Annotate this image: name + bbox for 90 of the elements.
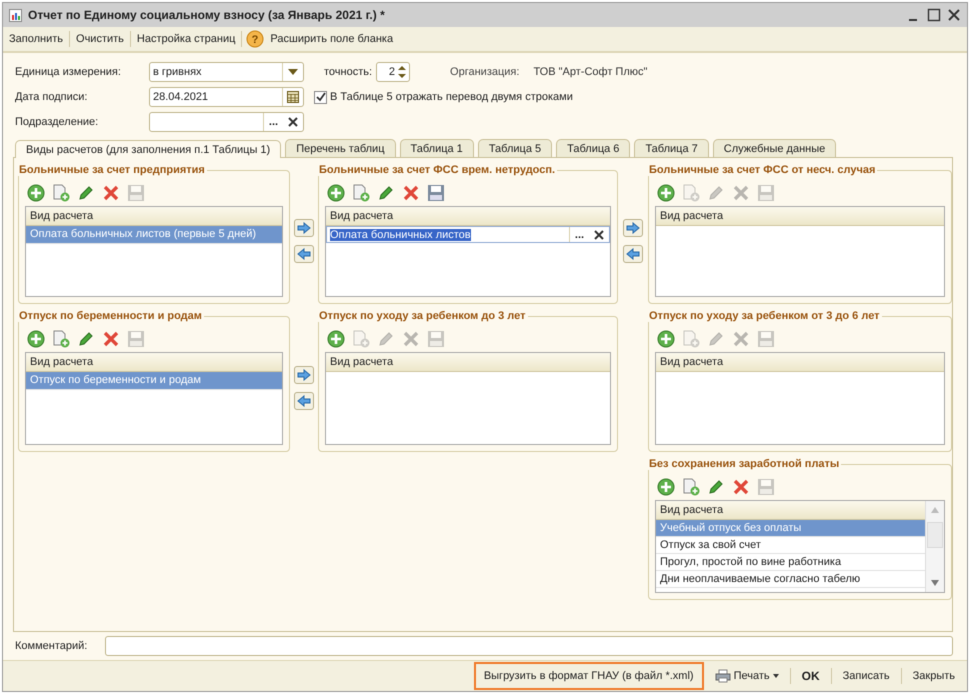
calendar-icon xyxy=(287,91,299,103)
toolbar-button[interactable]: Заполнить xyxy=(7,31,66,47)
group-title: Отпуск по беременности и родам xyxy=(18,310,203,322)
field-label: Подразделение: xyxy=(15,116,100,128)
precision-spinner[interactable]: 2 xyxy=(376,62,410,82)
pencil-icon[interactable] xyxy=(77,184,95,202)
spinner-arrows-icon xyxy=(397,64,408,80)
add-icon[interactable] xyxy=(327,184,345,202)
column-header: Вид расчета xyxy=(656,353,944,372)
date-field[interactable]: 28.04.2021 xyxy=(149,87,304,107)
toolbar-button[interactable]: Очистить xyxy=(74,31,126,47)
window-title: Отчет по Единому социальному взносу (за Январь 2021 г.) * xyxy=(28,8,386,22)
close-icon[interactable] xyxy=(947,8,961,22)
export-button[interactable]: Выгрузить в формат ГНАУ (в файл *.xml) xyxy=(474,662,704,690)
column-header: Вид расчета xyxy=(326,207,610,226)
tab[interactable]: Таблица 1 xyxy=(400,139,474,157)
two-lines-checkbox[interactable] xyxy=(314,90,327,104)
list-row[interactable]: Дни неоплачиваемые согласно табелю xyxy=(656,571,925,588)
move-right-button[interactable] xyxy=(623,219,643,237)
comment-field[interactable] xyxy=(105,636,953,656)
row-editor-field[interactable]: Оплата больничных листов ... xyxy=(326,226,610,243)
add-icon[interactable] xyxy=(657,330,675,348)
choice-button[interactable]: ... xyxy=(569,227,589,242)
move-left-button[interactable] xyxy=(294,245,314,263)
column-header: Вид расчета xyxy=(26,207,282,226)
group-title: Больничные за счет предприятия xyxy=(18,164,206,176)
move-right-button[interactable] xyxy=(294,219,314,237)
toolbar-button[interactable]: Настройка страниц xyxy=(134,31,238,47)
list-row[interactable]: Отпуск за свой счет xyxy=(656,537,925,554)
group-title: Больничные за счет ФСС врем. нетрудосп. xyxy=(318,164,556,176)
tab[interactable]: Перечень таблиц xyxy=(285,139,396,157)
checkbox-label: В Таблице 5 отражать перевод двумя строками xyxy=(330,91,573,103)
pencil-icon[interactable] xyxy=(77,330,95,348)
column-header: Вид расчета xyxy=(326,353,610,372)
add-icon[interactable] xyxy=(27,184,45,202)
move-right-button[interactable] xyxy=(294,366,314,384)
add-icon[interactable] xyxy=(327,330,345,348)
column-header: Вид расчета xyxy=(26,353,282,372)
document-plus-icon[interactable] xyxy=(52,330,70,348)
document-plus-icon[interactable] xyxy=(682,478,700,496)
delete-icon[interactable] xyxy=(732,478,750,496)
choice-button[interactable]: ... xyxy=(263,113,283,131)
tab[interactable]: Таблица 5 xyxy=(478,139,552,157)
group-title: Больничные за счет ФСС от несч. случая xyxy=(648,164,876,176)
group-title: Отпуск по уходу за ребенком от 3 до 6 лет xyxy=(648,310,881,322)
clear-icon[interactable] xyxy=(594,230,604,240)
field-label: Комментарий: xyxy=(15,640,88,652)
scrollbar-thumb[interactable] xyxy=(927,522,943,548)
toolbar-button[interactable]: Расширить поле бланка xyxy=(268,31,396,47)
organization-value: ТОВ "Арт-Софт Плюс" xyxy=(533,66,648,78)
scrollbar[interactable] xyxy=(925,501,944,592)
field-label: Единица измерения: xyxy=(15,66,122,78)
footer-button[interactable]: Закрыть xyxy=(906,665,961,687)
add-icon[interactable] xyxy=(657,478,675,496)
dropdown-caret-icon xyxy=(288,69,298,75)
column-header: Вид расчета xyxy=(656,501,925,520)
help-icon[interactable]: ? xyxy=(246,30,264,48)
document-plus-icon[interactable] xyxy=(52,184,70,202)
caret-icon xyxy=(772,674,779,678)
group-title: Без сохранения заработной платы xyxy=(648,458,840,470)
unit-select[interactable]: в гривнях xyxy=(149,62,304,82)
subdivision-field[interactable]: ... xyxy=(149,112,304,132)
field-label: Организация: xyxy=(450,66,520,78)
clear-icon[interactable] xyxy=(288,117,298,127)
delete-icon[interactable] xyxy=(402,184,420,202)
ok-button[interactable]: OK xyxy=(796,664,826,688)
column-header: Вид расчета xyxy=(656,207,944,226)
footer-button[interactable]: Записать xyxy=(836,665,896,687)
move-left-button[interactable] xyxy=(294,392,314,410)
list-row[interactable]: Прогул, простой по вине работника xyxy=(656,554,925,571)
tab[interactable]: Виды расчетов (для заполнения п.1 Таблицы 1) xyxy=(15,140,282,158)
print-button[interactable]: Печать xyxy=(708,664,785,688)
delete-icon[interactable] xyxy=(102,184,120,202)
field-label: точность: xyxy=(324,66,372,78)
tab[interactable]: Служебные данные xyxy=(712,139,836,157)
tab[interactable]: Таблица 7 xyxy=(634,139,709,157)
move-left-button[interactable] xyxy=(623,245,643,263)
tab[interactable]: Таблица 6 xyxy=(556,139,630,157)
report-icon xyxy=(9,8,22,22)
pencil-icon[interactable] xyxy=(377,184,395,202)
field-label: Дата подписи: xyxy=(15,91,88,103)
group-title: Отпуск по уходу за ребенком до 3 лет xyxy=(318,310,526,322)
maximize-icon[interactable] xyxy=(927,8,941,22)
document-plus-icon[interactable] xyxy=(352,184,370,202)
pencil-icon[interactable] xyxy=(707,478,725,496)
add-icon[interactable] xyxy=(657,184,675,202)
scroll-down-icon[interactable] xyxy=(930,579,940,587)
add-icon[interactable] xyxy=(27,330,45,348)
printer-icon xyxy=(714,669,731,683)
delete-icon[interactable] xyxy=(102,330,120,348)
